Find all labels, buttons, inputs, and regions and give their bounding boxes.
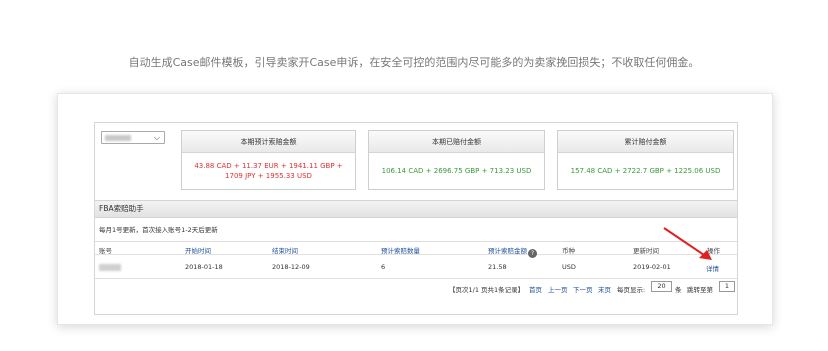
section-header: FBA索赔助手 [95, 200, 737, 218]
jump-label: 跳转至第 [687, 286, 713, 294]
account-select-value [105, 135, 131, 141]
pagination: 【页次1/1 页共1条记录】 首页 上一页 下一页 末页 每页显示: 20 条 … [95, 278, 737, 294]
stat-estimated-claim: 本期预计索赔金额 43.88 CAD + 11.37 EUR + 1941.11… [181, 130, 356, 190]
start-cell: 2018-01-18 [185, 263, 223, 271]
table-row: 2018-01-18 2018-12-09 6 21.58 USD 2019-0… [95, 261, 737, 273]
col-start-time[interactable]: 开始时间 [185, 245, 211, 255]
stat-title: 本期预计索赔金额 [182, 131, 355, 153]
question-circle-icon[interactable]: ? [528, 249, 537, 258]
per-page-unit: 条 [675, 286, 682, 294]
account-select[interactable]: ⌵ [101, 131, 165, 144]
col-account: 账号 [99, 247, 112, 255]
col-updated: 更新时间 [633, 247, 659, 255]
account-cell [99, 264, 121, 271]
end-cell: 2018-12-09 [272, 263, 310, 271]
currency-cell: USD [562, 263, 576, 271]
amount-cell: 21.58 [488, 263, 507, 271]
prev-page-link[interactable]: 上一页 [548, 284, 568, 294]
update-notice: 每月1号更新，首次接入账号1-2天后更新 [99, 226, 218, 234]
page-info: 【页次1/1 页共1条记录】 [449, 286, 525, 294]
next-page-link[interactable]: 下一页 [573, 284, 593, 294]
stat-value: 43.88 CAD + 11.37 EUR + 1941.11 GBP + 17… [194, 162, 343, 180]
count-cell: 6 [381, 263, 386, 271]
stat-title: 累计赔付金额 [558, 131, 733, 153]
stat-value: 106.14 CAD + 2696.75 GBP + 713.23 USD [381, 167, 532, 175]
col-claim-count[interactable]: 预计索赔数量 [381, 245, 420, 255]
first-page-link[interactable]: 首页 [529, 284, 542, 294]
per-page-label: 每页显示: [617, 286, 646, 294]
stat-total-paid: 累计赔付金额 157.48 CAD + 2722.7 GBP + 1225.06… [557, 130, 734, 190]
screenshot-card: ⌵ 本期预计索赔金额 43.88 CAD + 11.37 EUR + 1941.… [57, 93, 773, 325]
red-arrow-icon [663, 227, 712, 260]
page-caption: 自动生成Case邮件模板，引导卖家开Case申诉，在安全可控的范围内尽可能多的为… [128, 56, 700, 69]
col-claim-amount[interactable]: 预计索赔金额? [488, 245, 537, 258]
table-header: 账号 开始时间 结束时间 预计索赔数量 预计索赔金额? 币种 更新时间 操作 [95, 241, 737, 258]
per-page-input[interactable]: 20 [651, 281, 672, 292]
jump-page-input[interactable]: 1 [719, 281, 735, 292]
last-page-link[interactable]: 末页 [598, 284, 611, 294]
stat-paid-this-period: 本期已赔付金额 106.14 CAD + 2696.75 GBP + 713.2… [368, 130, 545, 190]
col-end-time[interactable]: 结束时间 [272, 245, 298, 255]
stat-title: 本期已赔付金额 [369, 131, 544, 153]
col-currency: 币种 [562, 247, 575, 255]
claims-panel: ⌵ 本期预计索赔金额 43.88 CAD + 11.37 EUR + 1941.… [94, 122, 738, 315]
stat-value: 157.48 CAD + 2722.7 GBP + 1225.06 USD [570, 167, 721, 175]
chevron-down-icon: ⌵ [153, 133, 160, 142]
col-claim-amount-label: 预计索赔金额 [488, 247, 527, 255]
